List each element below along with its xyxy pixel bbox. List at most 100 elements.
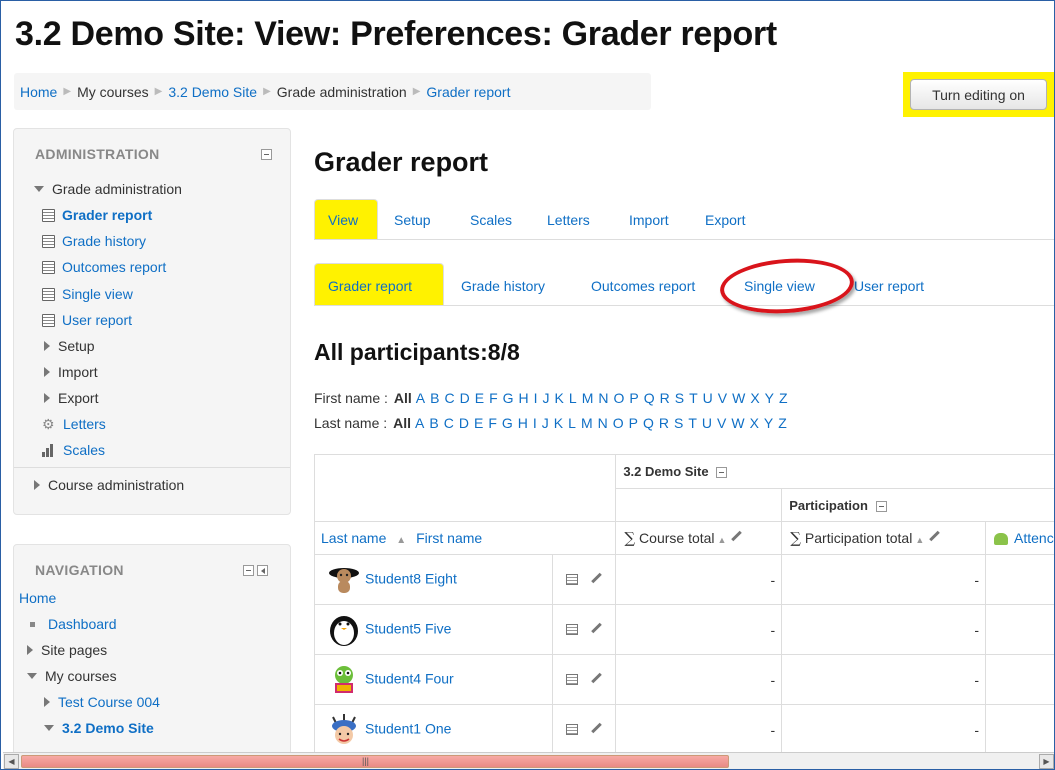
- subtab-grade-history[interactable]: Grade history: [461, 278, 545, 294]
- letter-filter-link[interactable]: X: [750, 390, 759, 406]
- breadcrumb-home[interactable]: Home: [20, 84, 57, 100]
- letter-filter-link[interactable]: X: [750, 415, 759, 431]
- letter-filter-link[interactable]: T: [688, 415, 697, 431]
- tab-import[interactable]: Import: [629, 212, 669, 228]
- letter-filter-link[interactable]: J: [542, 415, 549, 431]
- grade-cell[interactable]: [985, 554, 1054, 605]
- letter-filter-link[interactable]: E: [474, 415, 483, 431]
- nav-site-pages[interactable]: Site pages: [27, 642, 107, 658]
- subtab-user-report[interactable]: User report: [854, 278, 924, 294]
- letter-filter-link[interactable]: R: [660, 390, 670, 406]
- report-icon[interactable]: [566, 673, 579, 685]
- letter-filter-link[interactable]: S: [674, 415, 683, 431]
- admin-item-user-report[interactable]: User report: [42, 312, 132, 328]
- grade-cell[interactable]: [985, 604, 1054, 655]
- letter-filter-link[interactable]: E: [475, 390, 484, 406]
- letter-filter-link[interactable]: G: [503, 390, 514, 406]
- collapse-block-icon[interactable]: [261, 149, 272, 160]
- nav-dashboard[interactable]: Dashboard: [27, 616, 117, 632]
- grade-cell[interactable]: -: [615, 704, 783, 755]
- tab-export[interactable]: Export: [705, 212, 745, 228]
- first-name-all[interactable]: All: [394, 390, 412, 406]
- dock-block-icon[interactable]: [257, 565, 268, 576]
- admin-item-outcomes-report[interactable]: Outcomes report: [42, 259, 166, 275]
- nav-course-demo-site[interactable]: 3.2 Demo Site: [44, 720, 154, 736]
- admin-item-single-view[interactable]: Single view: [42, 286, 133, 302]
- letter-filter-link[interactable]: Q: [643, 415, 654, 431]
- grade-cell[interactable]: -: [615, 554, 783, 605]
- letter-filter-link[interactable]: Z: [778, 415, 787, 431]
- letter-filter-link[interactable]: L: [569, 390, 577, 406]
- letter-filter-link[interactable]: N: [598, 415, 608, 431]
- letter-filter-link[interactable]: U: [702, 415, 712, 431]
- nav-my-courses[interactable]: My courses: [27, 668, 117, 684]
- letter-filter-link[interactable]: O: [613, 390, 624, 406]
- admin-item-grade-history[interactable]: Grade history: [42, 233, 146, 249]
- letter-filter-link[interactable]: P: [629, 415, 638, 431]
- grade-cell[interactable]: [985, 654, 1054, 705]
- letter-filter-link[interactable]: I: [533, 415, 537, 431]
- letter-filter-link[interactable]: Y: [764, 415, 773, 431]
- letter-filter-link[interactable]: H: [518, 415, 528, 431]
- admin-item-letters[interactable]: ⚙ Letters: [42, 416, 106, 432]
- student-link[interactable]: Student8 Eight: [365, 570, 457, 586]
- letter-filter-link[interactable]: S: [675, 390, 684, 406]
- letter-filter-link[interactable]: K: [555, 390, 564, 406]
- letter-filter-link[interactable]: R: [659, 415, 669, 431]
- admin-item-scales[interactable]: Scales: [42, 442, 105, 458]
- letter-filter-link[interactable]: P: [629, 390, 638, 406]
- letter-filter-link[interactable]: C: [444, 415, 454, 431]
- tab-view[interactable]: View: [328, 212, 358, 228]
- collapse-category-icon[interactable]: [875, 500, 887, 512]
- turn-editing-on-button[interactable]: Turn editing on: [910, 79, 1047, 110]
- attendance-label[interactable]: Attenc: [1014, 530, 1054, 546]
- letter-filter-link[interactable]: W: [731, 415, 744, 431]
- letter-filter-link[interactable]: K: [554, 415, 563, 431]
- grade-cell[interactable]: -: [781, 554, 987, 605]
- grade-cell[interactable]: -: [781, 654, 987, 705]
- letter-filter-link[interactable]: I: [534, 390, 538, 406]
- tree-course-administration[interactable]: Course administration: [34, 477, 184, 493]
- letter-filter-link[interactable]: Z: [779, 390, 788, 406]
- last-name-all[interactable]: All: [393, 415, 411, 431]
- collapse-category-icon[interactable]: [716, 467, 728, 478]
- letter-filter-link[interactable]: V: [717, 415, 726, 431]
- admin-item-export[interactable]: Export: [44, 390, 98, 406]
- student-link[interactable]: Student4 Four: [365, 670, 454, 686]
- letter-filter-link[interactable]: T: [689, 390, 698, 406]
- edit-icon[interactable]: [590, 673, 602, 685]
- nav-home[interactable]: Home: [19, 590, 56, 606]
- letter-filter-link[interactable]: W: [732, 390, 745, 406]
- scroll-right-icon[interactable]: ▶: [1039, 754, 1054, 769]
- student-link[interactable]: Student5 Five: [365, 620, 451, 636]
- letter-filter-link[interactable]: M: [581, 415, 593, 431]
- letter-filter-link[interactable]: L: [568, 415, 576, 431]
- letter-filter-link[interactable]: B: [430, 390, 439, 406]
- edit-icon[interactable]: [730, 531, 742, 543]
- letter-filter-link[interactable]: O: [613, 415, 624, 431]
- letter-filter-link[interactable]: H: [519, 390, 529, 406]
- report-icon[interactable]: [566, 623, 579, 635]
- tab-setup[interactable]: Setup: [394, 212, 431, 228]
- grade-cell[interactable]: -: [615, 604, 783, 655]
- letter-filter-link[interactable]: M: [582, 390, 594, 406]
- letter-filter-link[interactable]: N: [598, 390, 608, 406]
- report-icon[interactable]: [566, 723, 579, 735]
- grade-cell[interactable]: -: [781, 704, 987, 755]
- letter-filter-link[interactable]: B: [429, 415, 438, 431]
- grade-cell[interactable]: [985, 704, 1054, 755]
- sort-last-name[interactable]: Last name: [321, 530, 386, 546]
- scrollbar-thumb[interactable]: |||: [21, 755, 729, 768]
- admin-item-setup[interactable]: Setup: [44, 338, 95, 354]
- subtab-outcomes-report[interactable]: Outcomes report: [591, 278, 695, 294]
- report-icon[interactable]: [566, 573, 579, 585]
- admin-item-import[interactable]: Import: [44, 364, 98, 380]
- letter-filter-link[interactable]: Y: [765, 390, 774, 406]
- letter-filter-link[interactable]: F: [489, 390, 498, 406]
- edit-icon[interactable]: [590, 623, 602, 635]
- letter-filter-link[interactable]: D: [459, 415, 469, 431]
- subtab-grader-report[interactable]: Grader report: [328, 278, 412, 294]
- letter-filter-link[interactable]: V: [718, 390, 727, 406]
- admin-item-grader-report[interactable]: Grader report: [42, 207, 152, 223]
- letter-filter-link[interactable]: J: [543, 390, 550, 406]
